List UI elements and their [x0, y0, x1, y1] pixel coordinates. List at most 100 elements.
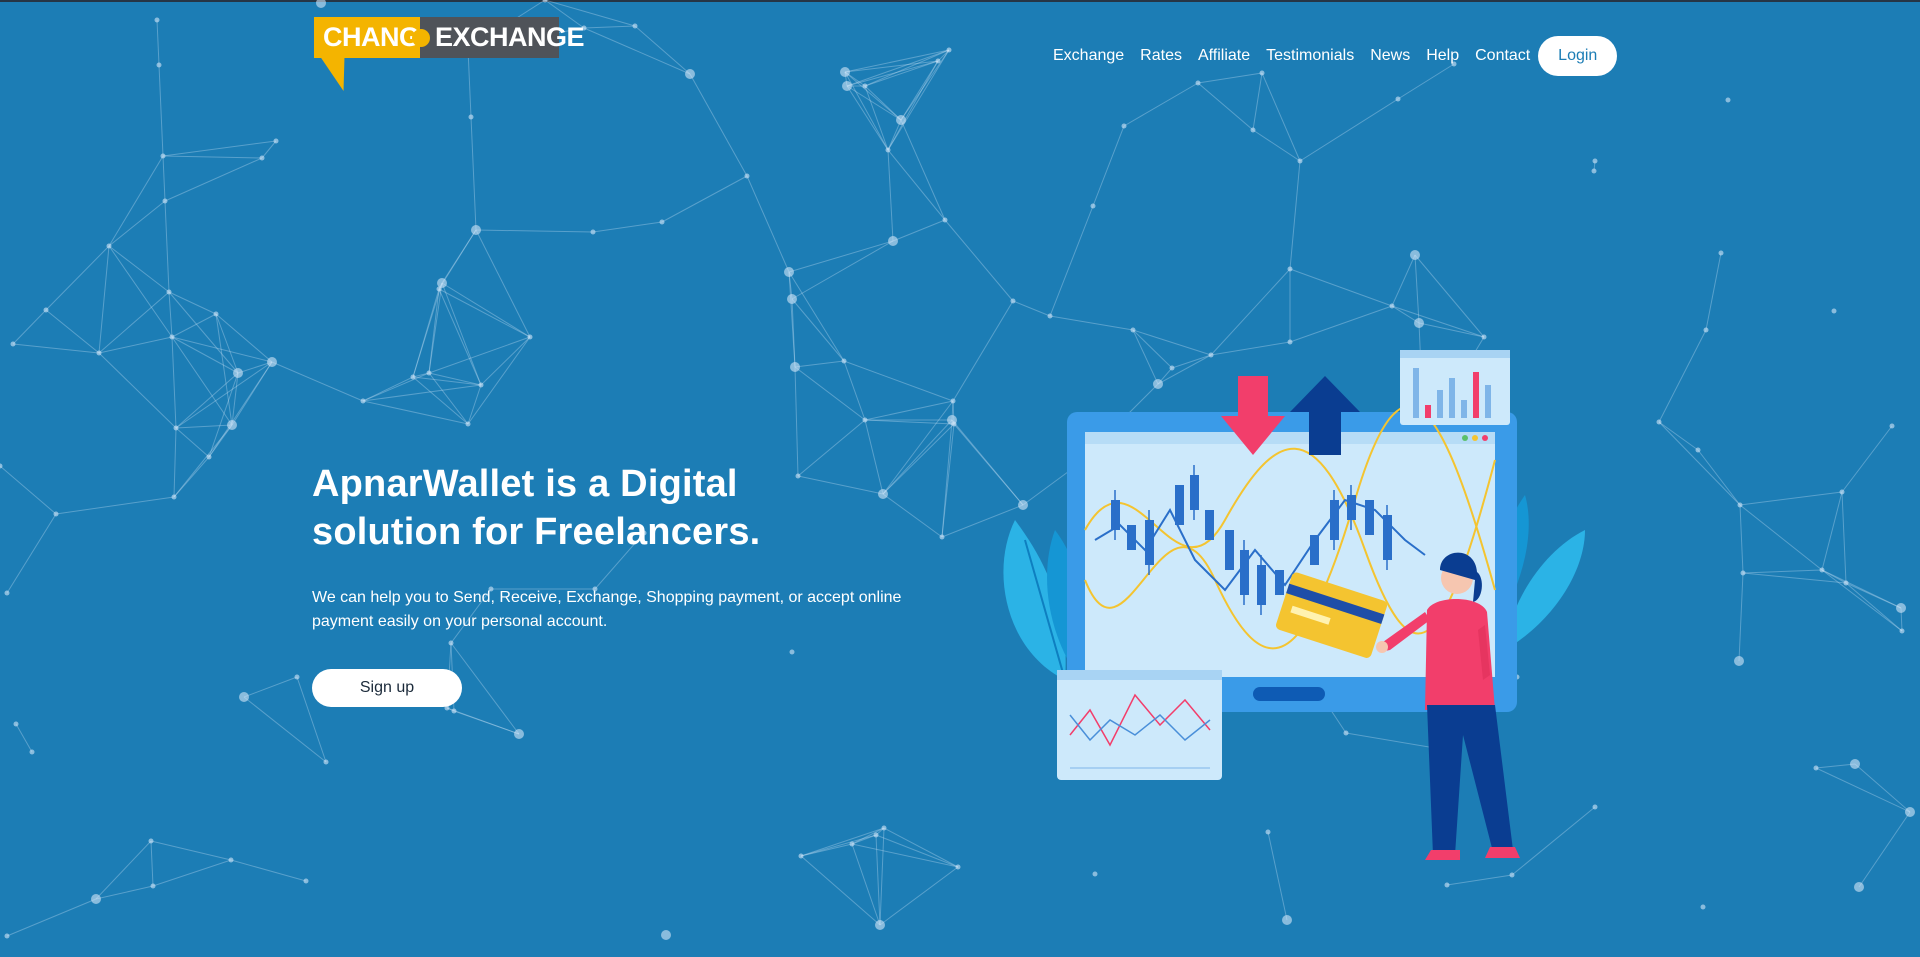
network-node [148, 838, 154, 844]
network-node [451, 708, 457, 714]
network-node [259, 155, 265, 161]
network-node [206, 454, 212, 460]
bar-chart-icon [1400, 350, 1510, 425]
network-node [1725, 97, 1731, 103]
network-node [950, 398, 956, 404]
network-node [233, 368, 243, 378]
network-node [213, 311, 219, 317]
network-node [13, 721, 19, 727]
network-node [946, 47, 952, 53]
network-node [840, 67, 850, 77]
logo-puzzle-tab [412, 29, 430, 47]
network-node [1831, 308, 1837, 314]
nav-news[interactable]: News [1370, 47, 1410, 65]
network-node [29, 749, 35, 755]
network-node [267, 357, 277, 367]
site-logo[interactable]: CHANGE EXCHANGE [314, 17, 585, 97]
network-node [106, 243, 112, 249]
network-node [885, 147, 891, 153]
network-node [862, 83, 868, 89]
network-node [1819, 567, 1825, 573]
nav-exchange[interactable]: Exchange [1053, 47, 1124, 65]
nav-rates[interactable]: Rates [1140, 47, 1182, 65]
network-node [53, 511, 59, 517]
network-node [798, 853, 804, 859]
network-node [91, 894, 101, 904]
network-node [1740, 570, 1746, 576]
network-node [873, 832, 879, 838]
network-node [951, 421, 957, 427]
nav-contact[interactable]: Contact [1475, 47, 1530, 65]
network-node [661, 930, 671, 940]
network-node [303, 878, 309, 884]
network-node [1703, 327, 1709, 333]
network-node [1195, 80, 1201, 86]
network-node [154, 17, 160, 23]
network-node [685, 69, 695, 79]
network-node [849, 841, 855, 847]
network-node [1010, 298, 1016, 304]
network-node [514, 729, 524, 739]
main-nav: Exchange Rates Affiliate Testimonials Ne… [1053, 36, 1618, 76]
line-chart-icon [1057, 670, 1222, 780]
network-node [436, 286, 442, 292]
nav-help[interactable]: Help [1426, 47, 1459, 65]
network-node [787, 294, 797, 304]
network-node [1905, 807, 1915, 817]
logo-text-change: CHANGE [314, 17, 438, 58]
network-node [955, 864, 961, 870]
network-node [410, 374, 416, 380]
login-button[interactable]: Login [1538, 36, 1618, 76]
network-node [1509, 872, 1515, 878]
hero-illustration [1003, 350, 1585, 860]
network-node [173, 425, 179, 431]
nav-affiliate[interactable]: Affiliate [1198, 47, 1250, 65]
network-node [10, 341, 16, 347]
network-node [239, 692, 249, 702]
hero-title-line2: solution for Freelancers. [312, 511, 761, 553]
network-node [360, 398, 366, 404]
network-node [1734, 656, 1744, 666]
network-node [1592, 158, 1598, 164]
network-node [527, 334, 533, 340]
network-node [1813, 765, 1819, 771]
network-node [935, 58, 941, 64]
network-node [590, 229, 596, 235]
network-node [1718, 250, 1724, 256]
network-node [468, 114, 474, 120]
network-node [316, 0, 326, 8]
network-node [478, 382, 484, 388]
network-node [842, 81, 852, 91]
network-node [162, 198, 168, 204]
network-node [1656, 419, 1662, 425]
network-node [1695, 447, 1701, 453]
signup-button[interactable]: Sign up [312, 669, 462, 707]
network-node [227, 420, 237, 430]
network-node [1389, 303, 1395, 309]
network-node [465, 421, 471, 427]
network-node [471, 225, 481, 235]
logo-text-exchange: EXCHANGE [420, 17, 585, 58]
network-node [96, 350, 102, 356]
network-node [1130, 327, 1136, 333]
network-node [862, 417, 868, 423]
network-node [1854, 882, 1864, 892]
network-node [1850, 759, 1860, 769]
network-node [160, 153, 166, 159]
network-node [841, 358, 847, 364]
network-node [784, 267, 794, 277]
network-node [4, 933, 10, 939]
network-node [171, 494, 177, 500]
network-node [896, 115, 906, 125]
hero-title-line1: ApnarWallet is a Digital [312, 463, 738, 505]
network-node [1839, 489, 1845, 495]
nav-testimonials[interactable]: Testimonials [1266, 47, 1354, 65]
network-node [1090, 203, 1096, 209]
hero-description: We can help you to Send, Receive, Exchan… [312, 589, 902, 630]
hero-title: ApnarWallet is a Digital solution for Fr… [312, 460, 932, 556]
network-node [1591, 168, 1597, 174]
network-node [166, 289, 172, 295]
hero-section: ApnarWallet is a Digital solution for Fr… [312, 460, 932, 707]
network-node [294, 674, 300, 680]
network-node [1444, 882, 1450, 888]
